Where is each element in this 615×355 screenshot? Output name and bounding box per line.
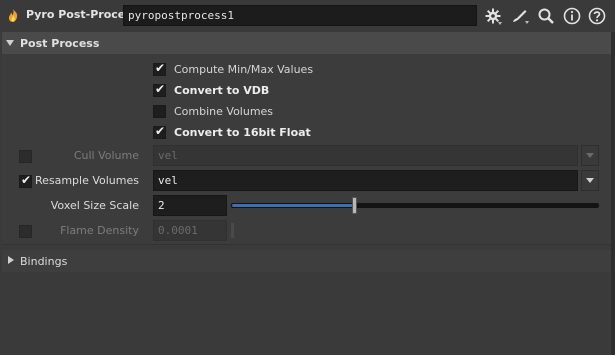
voxel-size-scale-value: 2: [158, 199, 165, 212]
flame-density-slider-handle[interactable]: [230, 222, 235, 239]
node-type-label: Pyro Post-Process: [26, 8, 139, 21]
voxel-size-scale-slider-fill: [232, 204, 354, 207]
node-name-text: pyropostprocess1: [128, 9, 234, 22]
resample-volumes-value: vel: [158, 174, 178, 187]
convert-to-vdb-checkbox[interactable]: [153, 82, 166, 97]
voxel-size-scale-label: Voxel Size Scale: [50, 199, 139, 212]
resample-volumes-dropdown-button[interactable]: [581, 170, 599, 191]
convert-to-16bit-label: Convert to 16bit Float: [174, 126, 311, 139]
cull-volume-value: vel: [158, 149, 178, 162]
info-icon[interactable]: [563, 7, 581, 25]
collapse-triangle-icon[interactable]: [6, 40, 14, 46]
gear-icon[interactable]: [484, 7, 502, 25]
voxel-size-scale-slider-handle[interactable]: [352, 197, 357, 214]
convert-to-16bit-checkbox[interactable]: [153, 124, 166, 139]
expand-triangle-icon[interactable]: [8, 256, 14, 264]
convert-to-vdb-label: Convert to VDB: [174, 84, 270, 97]
post-process-folder-label: Post Process: [20, 37, 100, 50]
pyro-node-icon: [5, 8, 21, 24]
flame-density-label: Flame Density: [60, 224, 139, 237]
resample-volumes-label: Resample Volumes: [34, 174, 139, 187]
scrollbar-gutter[interactable]: [611, 32, 615, 355]
brush-icon[interactable]: [510, 7, 529, 25]
cull-volume-dropdown-button[interactable]: [581, 145, 599, 166]
compute-min-max-checkbox[interactable]: [153, 61, 166, 76]
cull-volume-field[interactable]: [153, 145, 578, 166]
search-icon[interactable]: [537, 7, 555, 25]
combine-volumes-label: Combine Volumes: [174, 105, 274, 118]
compute-min-max-label: Compute Min/Max Values: [174, 63, 314, 76]
flame-density-value: 0.0001: [158, 224, 198, 237]
bindings-folder-tab[interactable]: [2, 250, 611, 272]
help-icon[interactable]: [588, 7, 606, 25]
combine-volumes-checkbox[interactable]: [153, 105, 166, 118]
resample-volumes-field[interactable]: [153, 170, 578, 191]
bindings-folder-label: Bindings: [20, 255, 68, 268]
cull-volume-label: Cull Volume: [73, 149, 139, 162]
